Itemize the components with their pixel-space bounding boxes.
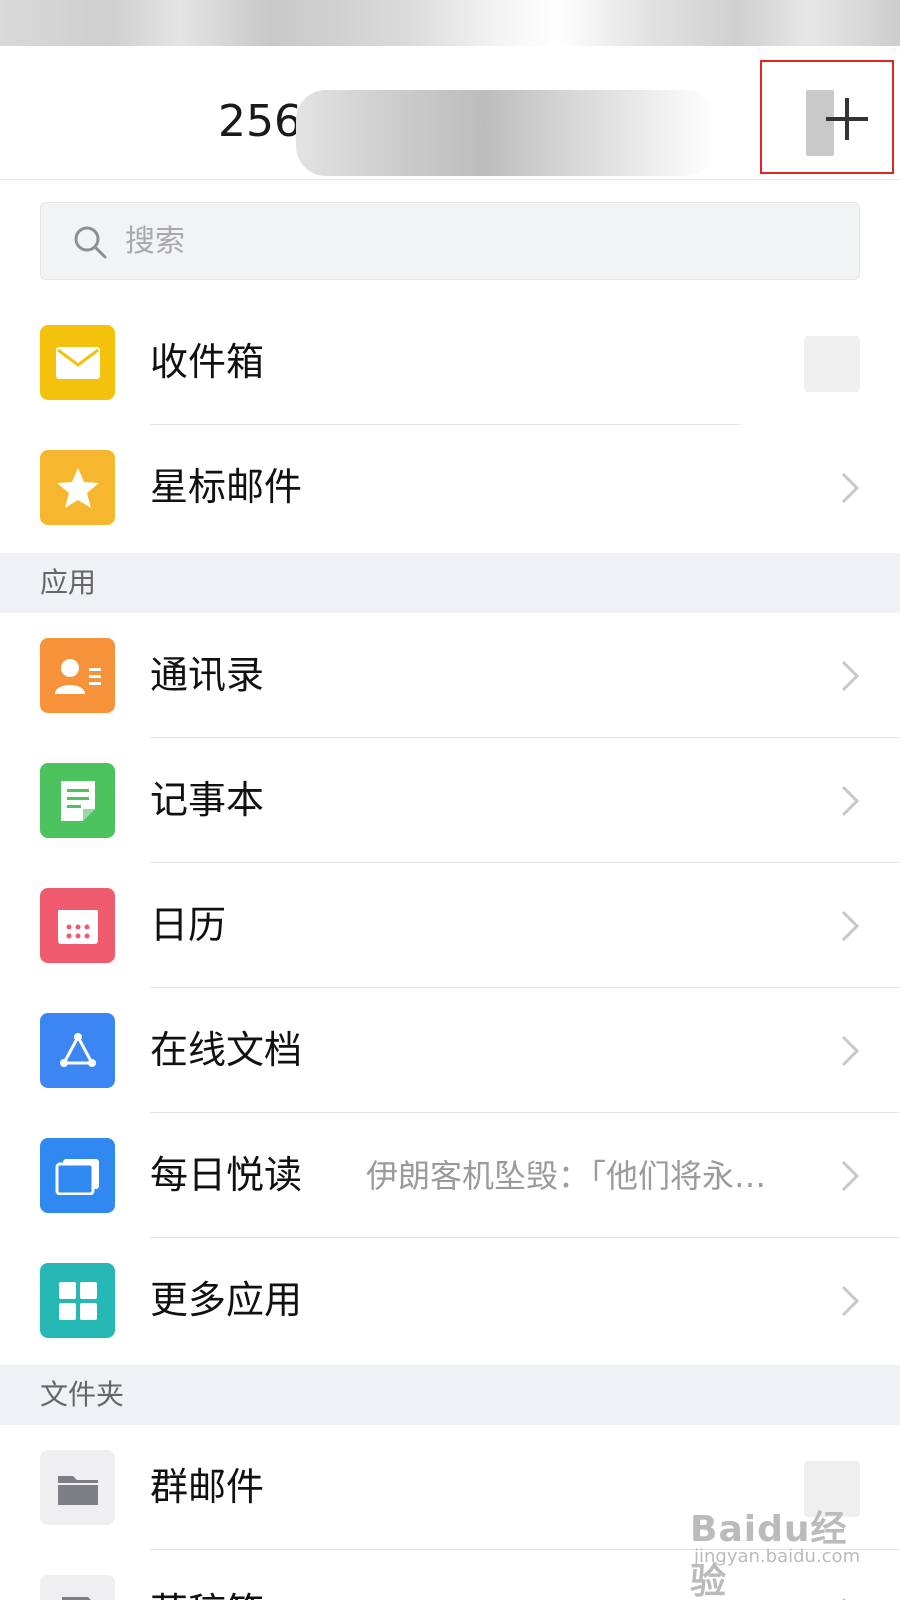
section-header-folders: 文件夹 bbox=[0, 1365, 900, 1425]
list-item-label: 草稿箱 bbox=[150, 1588, 264, 1600]
folder-icon bbox=[40, 1450, 115, 1525]
account-header: 256 bbox=[0, 46, 900, 180]
account-name[interactable]: 256 bbox=[218, 96, 302, 148]
chevron-right-icon bbox=[841, 1160, 860, 1192]
list-item-online-docs[interactable]: 在线文档 bbox=[0, 988, 900, 1113]
add-icon[interactable] bbox=[826, 98, 868, 140]
blurred-badge bbox=[804, 336, 860, 392]
list-item-label: 收件箱 bbox=[150, 340, 265, 384]
daily-reading-headline: 伊朗客机坠毁：「他们将永… bbox=[366, 1157, 767, 1195]
list-item-inbox[interactable]: 收件箱 bbox=[0, 300, 900, 425]
list-item-contacts[interactable]: 通讯录 bbox=[0, 613, 900, 738]
list-item-daily-reading[interactable]: 每日悦读 伊朗客机坠毁：「他们将永… bbox=[0, 1113, 900, 1238]
mail-home-screen: 256 收件箱 星标邮件 应用 通讯录 bbox=[0, 0, 900, 1600]
blurred-status-bar bbox=[0, 0, 900, 46]
list-item-starred[interactable]: 星标邮件 bbox=[0, 425, 900, 550]
search-bar[interactable] bbox=[40, 202, 860, 280]
calendar-icon bbox=[40, 888, 115, 963]
list-item-more-apps[interactable]: 更多应用 bbox=[0, 1238, 900, 1363]
list-item-label: 日历 bbox=[150, 903, 227, 947]
list-item-label: 每日悦读 bbox=[150, 1153, 303, 1197]
list-item-label: 记事本 bbox=[150, 778, 265, 822]
section-title: 文件夹 bbox=[40, 1378, 125, 1411]
baidu-watermark: Baidu经验 jingyan.baidu.com bbox=[690, 1500, 880, 1600]
watermark-sub: jingyan.baidu.com bbox=[694, 1546, 861, 1567]
reading-icon bbox=[40, 1138, 115, 1213]
account-name-blur bbox=[296, 90, 716, 176]
search-input[interactable] bbox=[125, 203, 825, 279]
chevron-right-icon bbox=[841, 910, 860, 942]
list-item-notepad[interactable]: 记事本 bbox=[0, 738, 900, 863]
docs-share-icon bbox=[40, 1013, 115, 1088]
star-icon bbox=[40, 450, 115, 525]
notepad-icon bbox=[40, 763, 115, 838]
list-item-calendar[interactable]: 日历 bbox=[0, 863, 900, 988]
grid-apps-icon bbox=[40, 1263, 115, 1338]
chevron-right-icon bbox=[841, 660, 860, 692]
section-title: 应用 bbox=[40, 566, 97, 599]
section-header-apps: 应用 bbox=[0, 553, 900, 613]
contacts-icon bbox=[40, 638, 115, 713]
draft-icon bbox=[40, 1575, 115, 1600]
list-item-label: 在线文档 bbox=[150, 1028, 303, 1072]
list-item-label: 更多应用 bbox=[150, 1278, 303, 1322]
list-item-label: 群邮件 bbox=[150, 1465, 265, 1509]
list-item-label: 星标邮件 bbox=[150, 465, 303, 509]
envelope-icon bbox=[40, 325, 115, 400]
search-icon bbox=[74, 226, 107, 259]
chevron-right-icon bbox=[841, 785, 860, 817]
chevron-right-icon bbox=[841, 472, 860, 504]
list-item-label: 通讯录 bbox=[150, 653, 265, 697]
chevron-right-icon bbox=[841, 1285, 860, 1317]
chevron-right-icon bbox=[841, 1035, 860, 1067]
